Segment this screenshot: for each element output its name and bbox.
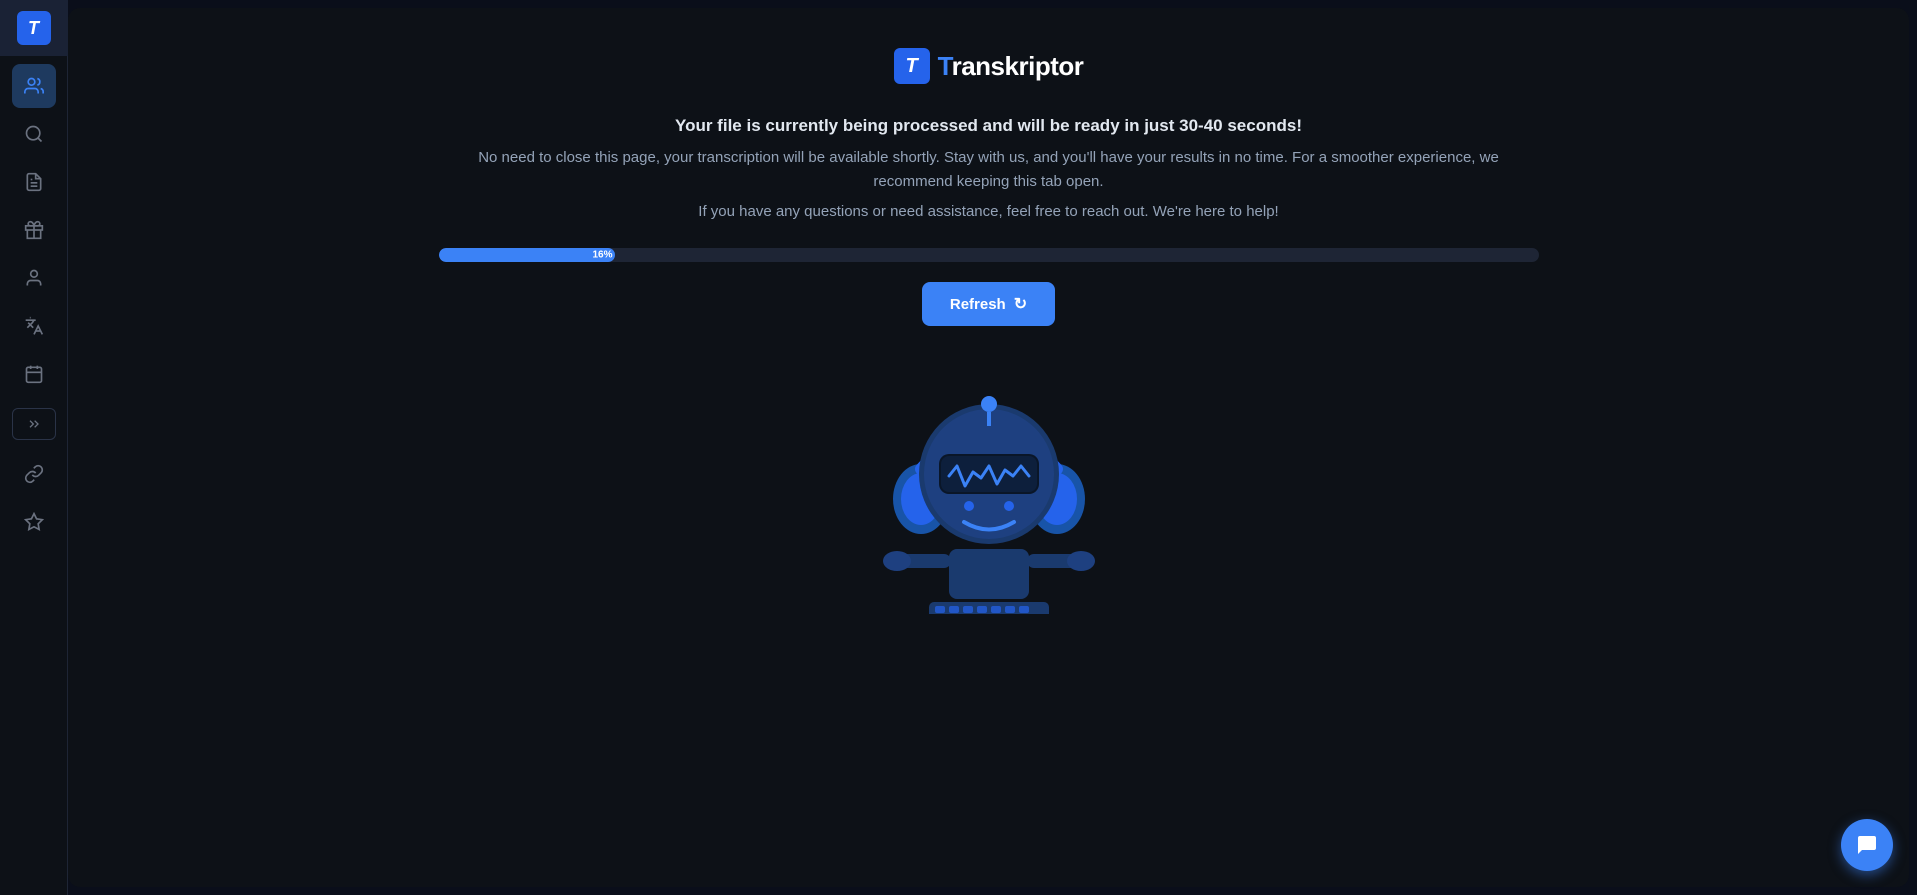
app-title: Transkriptor (938, 51, 1084, 82)
message-line3: If you have any questions or need assist… (439, 200, 1539, 224)
logo-icon: T (17, 11, 51, 45)
chat-bubble-button[interactable] (1841, 819, 1893, 871)
sidebar-item-integrations[interactable] (12, 452, 56, 496)
message-section: Your file is currently being processed a… (439, 116, 1539, 224)
sidebar-item-translate[interactable] (12, 304, 56, 348)
sidebar-item-premium[interactable] (12, 500, 56, 544)
chat-icon (1855, 833, 1879, 857)
sidebar-item-profile[interactable] (12, 256, 56, 300)
sidebar-nav (0, 64, 67, 895)
robot-svg (869, 354, 1109, 614)
progress-container: 16% (439, 248, 1539, 262)
app-title-T: T (938, 51, 952, 81)
sidebar-logo: T (0, 0, 68, 56)
refresh-button[interactable]: Refresh ↻ (922, 282, 1055, 326)
progress-track: 16% (439, 248, 1539, 262)
progress-fill (439, 248, 615, 262)
sidebar-item-search[interactable] (12, 112, 56, 156)
refresh-label: Refresh (950, 296, 1006, 313)
refresh-icon: ↻ (1014, 294, 1027, 314)
app-header: T Transkriptor (894, 48, 1084, 84)
sidebar-item-gifts[interactable] (12, 208, 56, 252)
sidebar-item-team[interactable] (12, 64, 56, 108)
sidebar: T (0, 0, 68, 895)
main-content: T Transkriptor Your file is currently be… (68, 8, 1909, 887)
message-line1: Your file is currently being processed a… (439, 116, 1539, 136)
sidebar-item-documents[interactable] (12, 160, 56, 204)
progress-percentage: 16% (593, 250, 613, 261)
sidebar-item-calendar[interactable] (12, 352, 56, 396)
sidebar-expand-button[interactable] (12, 408, 56, 440)
header-logo-box: T (894, 48, 930, 84)
message-line2: No need to close this page, your transcr… (439, 146, 1539, 194)
robot-illustration (869, 354, 1109, 614)
app-title-rest: ranskriptor (952, 51, 1084, 81)
